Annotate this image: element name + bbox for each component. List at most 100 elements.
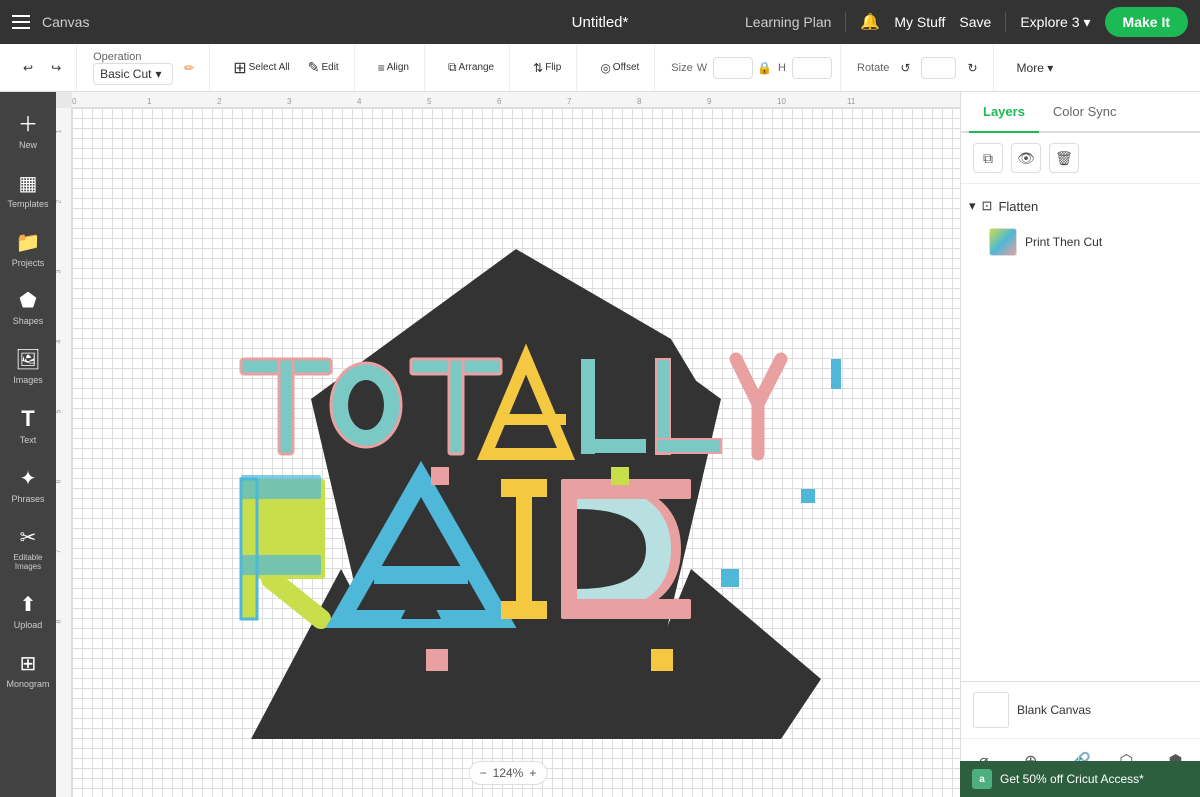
- sidebar-item-upload[interactable]: ⬆ Upload: [3, 584, 53, 639]
- sidebar-item-projects[interactable]: 📁 Projects: [3, 222, 53, 277]
- sidebar-item-shapes[interactable]: ⬟ Shapes: [3, 280, 53, 335]
- panel-visibility-button[interactable]: 👁: [1011, 143, 1041, 173]
- nav-right: Learning Plan 🔔 My Stuff Save Explore 3 …: [745, 7, 1188, 37]
- offset-group: ◎ Offset: [585, 44, 655, 91]
- more-button[interactable]: More ▾: [1010, 56, 1061, 80]
- operation-group: Operation Basic Cut ▾ ✏: [85, 44, 210, 91]
- more-group: More ▾: [1002, 44, 1069, 91]
- save-button[interactable]: Save: [959, 14, 991, 30]
- document-title[interactable]: Untitled*: [572, 14, 629, 31]
- zoom-indicator: − 124% +: [469, 761, 548, 785]
- rotate-ccw-button[interactable]: ↺: [893, 56, 917, 80]
- tab-layers[interactable]: Layers: [969, 92, 1039, 133]
- editable-images-icon: ✂: [20, 525, 37, 550]
- rotate-cw-button[interactable]: ↻: [960, 56, 984, 80]
- promo-icon: a: [972, 769, 992, 789]
- nav-divider-1: [845, 12, 846, 32]
- layer-thumbnail: [989, 228, 1017, 256]
- select-group: ⊞ Select All ✎ Edit: [218, 44, 355, 91]
- sidebar-item-editable-images[interactable]: ✂ Editable Images: [3, 517, 53, 580]
- ruler-left: 1 2 3 4 5 6 7 8: [56, 108, 72, 797]
- menu-icon[interactable]: [12, 15, 30, 29]
- my-stuff-link[interactable]: My Stuff: [894, 14, 945, 30]
- flatten-icon: ⊡: [982, 198, 993, 214]
- toolbar: ↩ ↪ Operation Basic Cut ▾ ✏ ⊞ Select All…: [0, 44, 1200, 92]
- rotate-group: Rotate ↺ ↻: [849, 44, 994, 91]
- select-all-button[interactable]: ⊞ Select All: [226, 53, 297, 83]
- zoom-in-button[interactable]: +: [529, 766, 536, 780]
- bell-icon[interactable]: 🔔: [860, 12, 880, 32]
- learning-plan[interactable]: Learning Plan: [745, 14, 831, 30]
- edit-style-button[interactable]: ✏: [177, 56, 201, 80]
- history-group: ↩ ↪: [8, 44, 77, 91]
- sidebar-item-new[interactable]: ＋ New: [3, 100, 53, 159]
- projects-icon: 📁: [16, 230, 41, 255]
- blank-canvas-label: Blank Canvas: [1017, 703, 1091, 717]
- operation-select[interactable]: Basic Cut ▾: [93, 63, 173, 85]
- nav-divider-2: [1005, 12, 1006, 32]
- right-panel: Layers Color Sync ⧉ 👁 🗑 ▾ ⊡ Flatten Prin…: [960, 92, 1200, 797]
- top-nav: Canvas Untitled* Learning Plan 🔔 My Stuf…: [0, 0, 1200, 44]
- operation-label: Operation: [93, 51, 173, 63]
- make-it-button[interactable]: Make It: [1105, 7, 1188, 37]
- tab-color-sync[interactable]: Color Sync: [1039, 92, 1131, 133]
- flip-button[interactable]: ⇅ Flip: [526, 56, 568, 80]
- sidebar-item-monogram[interactable]: ⊞ Monogram: [3, 643, 53, 698]
- templates-icon: ▦: [19, 171, 38, 196]
- phrases-icon: ✦: [20, 466, 37, 491]
- zoom-out-button[interactable]: −: [480, 766, 487, 780]
- h-label: H: [778, 62, 786, 74]
- text-icon: T: [21, 406, 34, 432]
- shapes-icon: ⬟: [19, 288, 36, 313]
- panel-tabs: Layers Color Sync: [961, 92, 1200, 133]
- undo-button[interactable]: ↩: [16, 56, 40, 80]
- print-then-cut-label: Print Then Cut: [1025, 235, 1102, 249]
- zoom-level[interactable]: 124%: [493, 766, 524, 780]
- sidebar-item-templates[interactable]: ▦ Templates: [3, 163, 53, 218]
- sidebar-item-images[interactable]: 🖼 Images: [3, 339, 53, 394]
- flatten-group-header[interactable]: ▾ ⊡ Flatten: [961, 192, 1200, 220]
- width-input[interactable]: [713, 57, 753, 79]
- redo-button[interactable]: ↪: [44, 56, 68, 80]
- canvas-content[interactable]: [72, 108, 960, 797]
- monogram-icon: ⊞: [20, 651, 37, 676]
- rotate-input[interactable]: [921, 57, 956, 79]
- sidebar-item-phrases[interactable]: ✦ Phrases: [3, 458, 53, 513]
- design-artwork: [191, 219, 841, 739]
- arrange-button[interactable]: ⧉ Arrange: [441, 55, 501, 80]
- canvas-label: Canvas: [42, 14, 89, 30]
- align-group: ≡ Align: [363, 44, 425, 91]
- size-group: Size W 🔒 H: [663, 44, 841, 91]
- panel-delete-button[interactable]: 🗑: [1049, 143, 1079, 173]
- panel-duplicate-button[interactable]: ⧉: [973, 143, 1003, 173]
- promo-text: Get 50% off Cricut Access*: [1000, 772, 1144, 786]
- images-icon: 🖼: [15, 347, 40, 372]
- lock-icon[interactable]: 🔒: [757, 61, 772, 75]
- promo-banner[interactable]: a Get 50% off Cricut Access*: [960, 761, 1200, 797]
- offset-button[interactable]: ◎ Offset: [593, 56, 646, 80]
- panel-actions: ⧉ 👁 🗑: [961, 133, 1200, 184]
- layer-group-flatten: ▾ ⊡ Flatten Print Then Cut: [961, 184, 1200, 272]
- flatten-label: Flatten: [998, 199, 1038, 214]
- align-button[interactable]: ≡ Align: [371, 56, 416, 80]
- edit-button[interactable]: ✎ Edit: [301, 54, 346, 81]
- main-area: ＋ New ▦ Templates 📁 Projects ⬟ Shapes 🖼 …: [0, 92, 1200, 797]
- height-input[interactable]: [792, 57, 832, 79]
- upload-icon: ⬆: [20, 592, 37, 617]
- new-icon: ＋: [18, 108, 38, 137]
- left-sidebar: ＋ New ▦ Templates 📁 Projects ⬟ Shapes 🖼 …: [0, 92, 56, 797]
- arrange-group: ⧉ Arrange: [433, 44, 510, 91]
- blank-canvas-thumbnail: [973, 692, 1009, 728]
- explore-dropdown[interactable]: Explore 3 ▾: [1020, 14, 1090, 31]
- w-label: W: [697, 62, 707, 74]
- ruler-top: 0 1 2 3 4 5 6 7 8 9 10 11: [72, 92, 960, 108]
- size-label: Size: [671, 62, 692, 74]
- flip-group: ⇅ Flip: [518, 44, 577, 91]
- sidebar-item-text[interactable]: T Text: [3, 398, 53, 454]
- canvas-area[interactable]: 0 1 2 3 4 5 6 7 8 9 10 11 1 2 3 4 5: [56, 92, 960, 797]
- rotate-label: Rotate: [857, 62, 889, 74]
- chevron-down-icon: ▾: [969, 198, 976, 214]
- panel-footer: Blank Canvas: [961, 681, 1200, 738]
- chevron-down-icon: ▾: [1084, 14, 1091, 31]
- layer-item-print-then-cut[interactable]: Print Then Cut: [961, 220, 1200, 264]
